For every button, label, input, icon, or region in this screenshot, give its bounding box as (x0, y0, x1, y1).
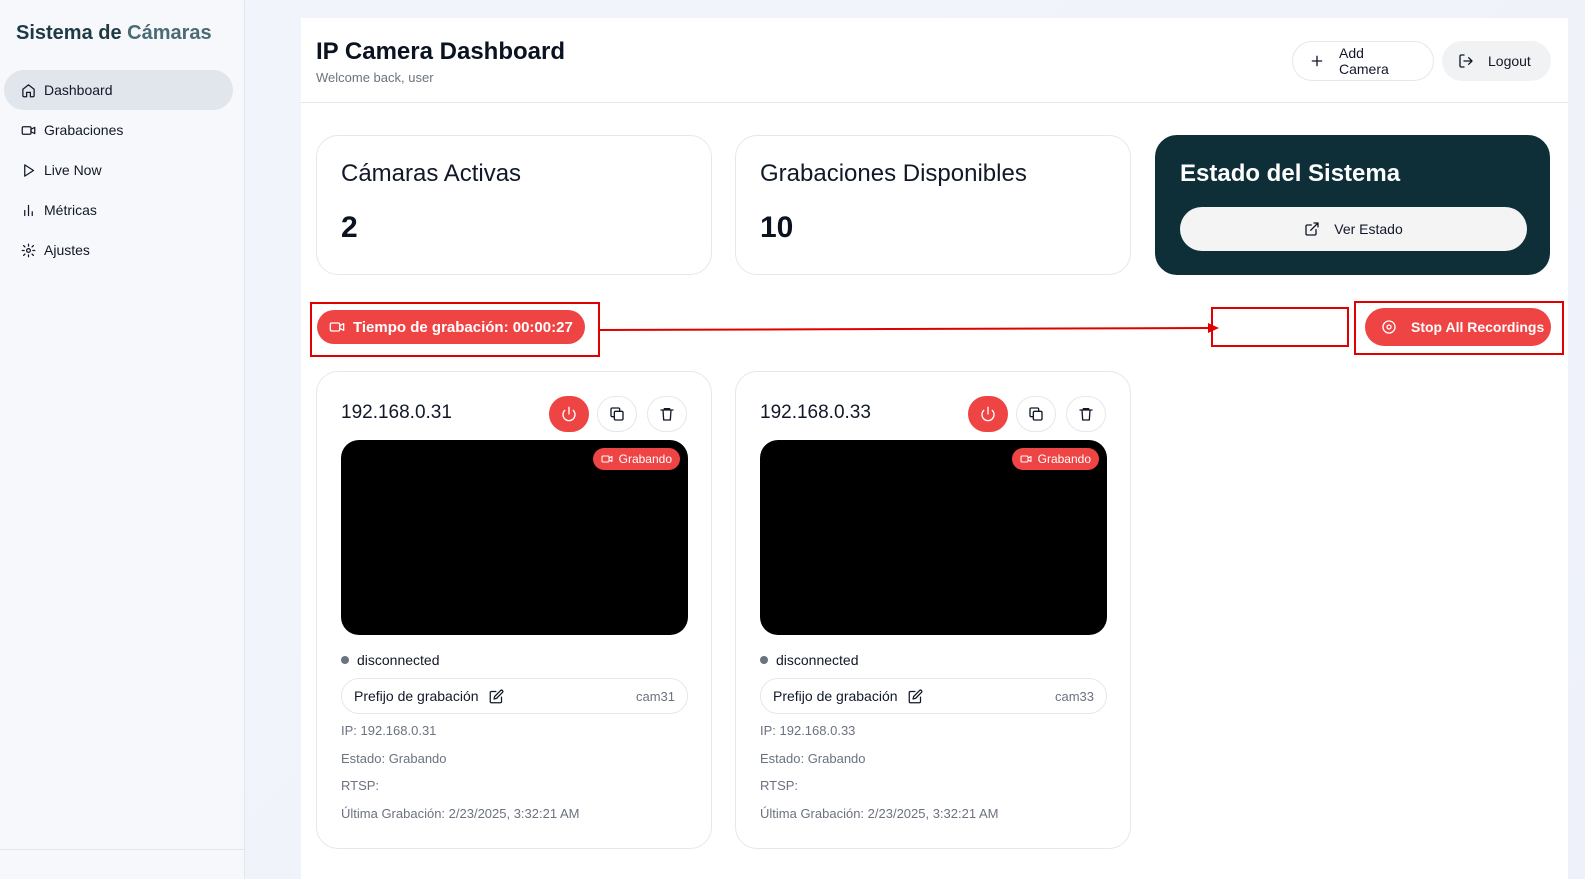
sidebar: Sistema de Cámaras Dashboard Grabaciones… (0, 0, 245, 879)
add-camera-button[interactable]: Add Camera (1292, 41, 1434, 81)
connection-status-text: disconnected (776, 652, 859, 668)
copy-button[interactable] (597, 396, 637, 432)
annotation-box-stop-all (1354, 301, 1564, 355)
copy-icon (1028, 406, 1044, 422)
sidebar-item-grabaciones[interactable]: Grabaciones (4, 110, 233, 150)
edit-icon[interactable] (489, 689, 504, 704)
power-icon (980, 406, 996, 422)
recording-prefix-field: Prefijo de grabación cam31 (341, 678, 688, 714)
active-cameras-count: 2 (341, 211, 358, 244)
sidebar-item-label: Dashboard (44, 82, 113, 98)
recording-prefix-field: Prefijo de grabación cam33 (760, 678, 1107, 714)
annotation-box-timer (310, 302, 600, 357)
system-status-title: Estado del Sistema (1180, 160, 1401, 187)
camera-state-info: Estado: Grabando (341, 751, 447, 766)
sidebar-item-live-now[interactable]: Live Now (4, 150, 233, 190)
delete-button[interactable] (1066, 396, 1106, 432)
camera-ip-info: IP: 192.168.0.31 (341, 723, 437, 738)
sidebar-item-ajustes[interactable]: Ajustes (4, 230, 233, 270)
status-dot (341, 656, 349, 664)
power-icon (561, 406, 577, 422)
camera-video-feed[interactable]: Grabando (760, 440, 1107, 635)
view-status-button[interactable]: Ver Estado (1180, 207, 1527, 251)
video-icon (601, 453, 613, 465)
status-dot (760, 656, 768, 664)
copy-icon (609, 406, 625, 422)
brand-title-part2: Cámaras (127, 22, 212, 44)
video-icon (20, 122, 36, 138)
video-icon (1020, 453, 1032, 465)
sidebar-item-label: Grabaciones (44, 122, 124, 138)
copy-button[interactable] (1016, 396, 1056, 432)
connection-status: disconnected (341, 652, 440, 668)
plus-icon (1309, 53, 1325, 69)
trash-icon (1078, 406, 1094, 422)
recording-badge-label: Grabando (618, 452, 672, 466)
available-recordings-count: 10 (760, 211, 794, 244)
sidebar-item-metricas[interactable]: Métricas (4, 190, 233, 230)
page-header: IP Camera Dashboard Welcome back, user A… (301, 18, 1568, 103)
prefix-value: cam33 (1054, 688, 1094, 704)
sidebar-footer (0, 849, 245, 879)
camera-ip-title: 192.168.0.31 (341, 402, 452, 423)
camera-card: 192.168.0.31 Grabando disconnected Prefi… (316, 371, 712, 849)
active-cameras-title: Cámaras Activas (341, 160, 522, 187)
logout-icon (1458, 53, 1474, 69)
annotation-box-empty (1211, 307, 1349, 347)
external-link-icon (1304, 221, 1320, 237)
main-panel: IP Camera Dashboard Welcome back, user A… (301, 18, 1568, 879)
camera-last-recording-info: Última Grabación: 2/23/2025, 3:32:21 AM (760, 806, 999, 821)
power-button[interactable] (968, 396, 1008, 432)
active-cameras-card: Cámaras Activas 2 (316, 135, 712, 275)
camera-rtsp-info: RTSP: (341, 778, 380, 793)
sidebar-item-dashboard[interactable]: Dashboard (4, 70, 233, 110)
delete-button[interactable] (647, 396, 687, 432)
home-icon (20, 82, 36, 98)
logout-label: Logout (1488, 53, 1531, 69)
edit-icon[interactable] (908, 689, 923, 704)
play-icon (20, 162, 36, 178)
bar-chart-icon (20, 202, 36, 218)
trash-icon (659, 406, 675, 422)
camera-card: 192.168.0.33 Grabando disconnected Prefi… (735, 371, 1131, 849)
connection-status-text: disconnected (357, 652, 440, 668)
camera-last-recording-info: Última Grabación: 2/23/2025, 3:32:21 AM (341, 806, 580, 821)
welcome-text: Welcome back, user (316, 70, 434, 85)
prefix-label: Prefijo de grabación (354, 688, 479, 704)
brand-title-part1: Sistema de (16, 22, 122, 44)
recording-badge: Grabando (1011, 448, 1099, 470)
power-button[interactable] (549, 396, 589, 432)
camera-video-feed[interactable]: Grabando (341, 440, 688, 635)
sidebar-item-label: Live Now (44, 162, 102, 178)
recording-badge: Grabando (592, 448, 680, 470)
recording-badge-label: Grabando (1037, 452, 1091, 466)
add-camera-label: Add Camera (1339, 45, 1389, 77)
camera-ip-info: IP: 192.168.0.33 (760, 723, 856, 738)
page-title: IP Camera Dashboard (316, 38, 565, 65)
sidebar-item-label: Ajustes (44, 242, 90, 258)
connection-status: disconnected (760, 652, 859, 668)
prefix-label: Prefijo de grabación (773, 688, 898, 704)
logout-button[interactable]: Logout (1442, 41, 1551, 81)
camera-state-info: Estado: Grabando (760, 751, 866, 766)
prefix-value: cam31 (635, 688, 675, 704)
sidebar-item-label: Métricas (44, 202, 97, 218)
available-recordings-title: Grabaciones Disponibles (760, 160, 1027, 187)
brand-title: Sistema de Cámaras (16, 22, 212, 45)
view-status-label: Ver Estado (1334, 221, 1403, 237)
sidebar-nav: Dashboard Grabaciones Live Now Métricas … (4, 70, 233, 270)
available-recordings-card: Grabaciones Disponibles 10 (735, 135, 1131, 275)
camera-rtsp-info: RTSP: (760, 778, 799, 793)
camera-ip-title: 192.168.0.33 (760, 402, 871, 423)
system-status-card: Estado del Sistema Ver Estado (1155, 135, 1550, 275)
gear-icon (20, 242, 36, 258)
